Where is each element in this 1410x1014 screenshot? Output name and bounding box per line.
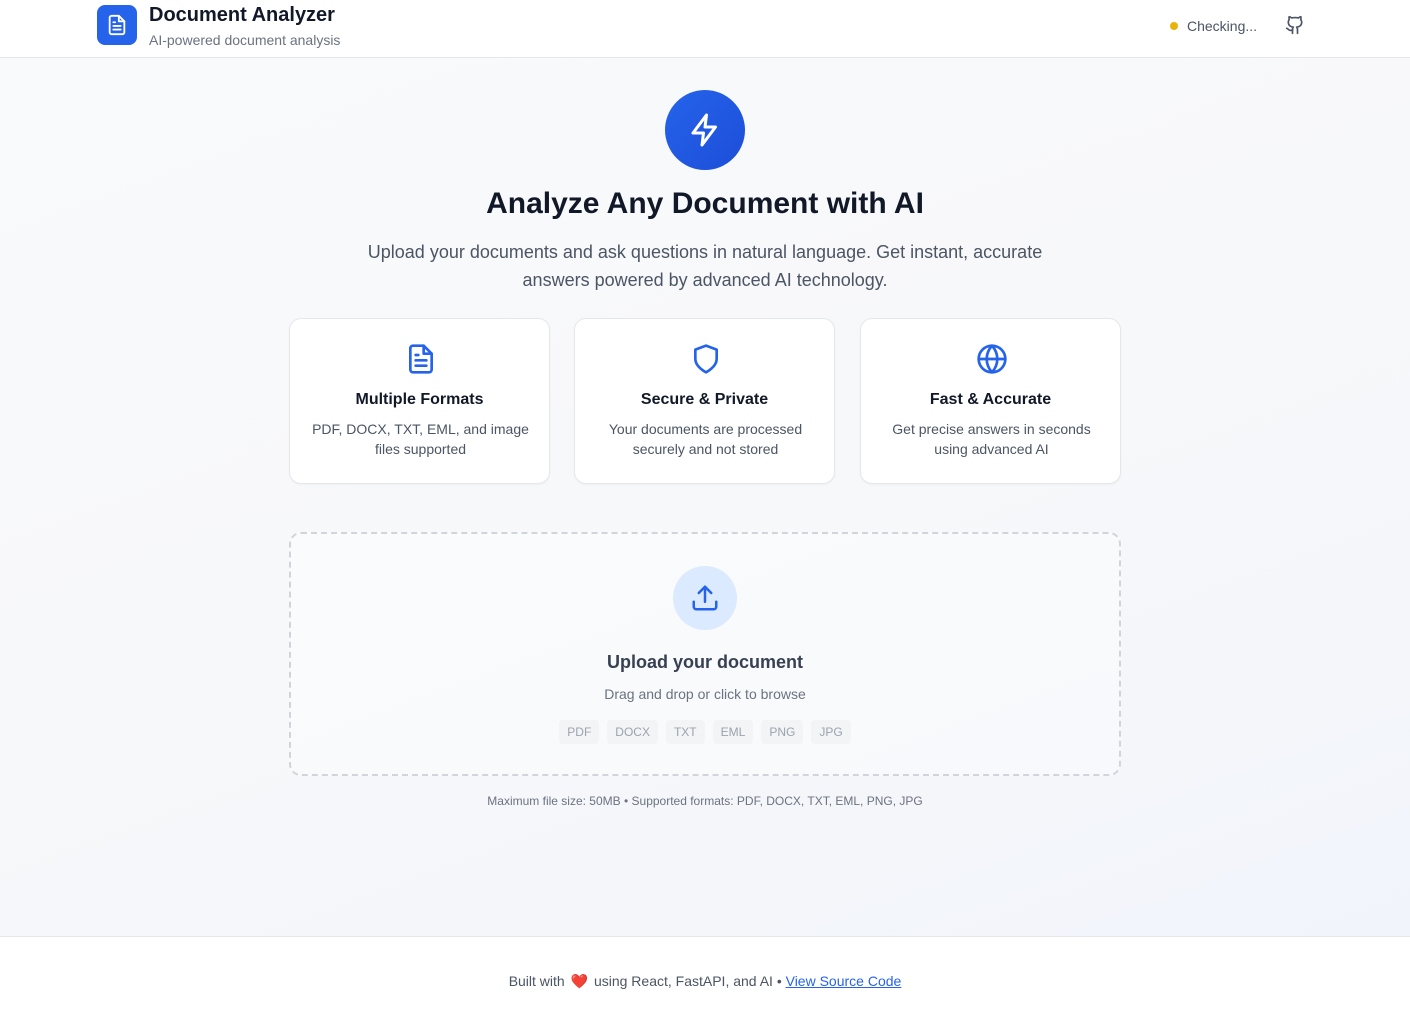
feature-title: Secure & Private — [640, 391, 769, 408]
format-badge: PNG — [761, 720, 804, 744]
upload-icon — [673, 566, 737, 630]
footer-prefix: Built with — [508, 973, 565, 989]
feature-description: Your documents are processed securely an… — [608, 421, 803, 457]
upload-title: Upload your document — [606, 652, 803, 672]
app-header: Document Analyzer AI-powered document an… — [0, 0, 1410, 58]
feature-title: Fast & Accurate — [929, 391, 1052, 408]
document-icon — [409, 344, 433, 374]
format-badge: EML — [712, 720, 754, 744]
feature-description: PDF, DOCX, TXT, EML, and image files sup… — [312, 421, 529, 457]
hero-title: Analyze Any Document with AI — [486, 187, 924, 220]
format-badges: PDF DOCX TXT EML PNG JPG — [291, 720, 1119, 744]
format-badge: TXT — [665, 720, 705, 744]
feature-card-security: Secure & Private Your documents are proc… — [574, 318, 835, 484]
status-dot-icon — [1170, 22, 1178, 30]
app-subtitle: AI-powered document analysis — [149, 32, 341, 48]
format-badge: PDF — [559, 720, 600, 744]
format-badge: JPG — [811, 720, 851, 744]
shield-icon — [694, 344, 718, 374]
heart-icon: ❤️ — [570, 973, 589, 989]
footer-text: Built with ❤️ using React, FastAPI, and … — [0, 971, 1410, 991]
status-text: Checking... — [1187, 18, 1258, 34]
feature-card-formats: Multiple Formats PDF, DOCX, TXT, EML, an… — [289, 318, 550, 484]
app-title: Document Analyzer — [149, 4, 335, 26]
hero-description: Upload your documents and ask questions … — [367, 242, 1043, 290]
feature-card-speed: Fast & Accurate Get precise answers in s… — [860, 318, 1121, 484]
github-icon — [1285, 15, 1303, 35]
app-footer: Built with ❤️ using React, FastAPI, and … — [0, 936, 1410, 1014]
feature-description: Get precise answers in seconds using adv… — [892, 421, 1091, 457]
document-icon — [97, 5, 137, 45]
upload-hint: Drag and drop or click to browse — [604, 686, 806, 702]
format-badge: DOCX — [607, 720, 658, 744]
lightning-icon — [665, 90, 745, 170]
footer-suffix: using React, FastAPI, and AI • — [593, 973, 782, 989]
upload-dropzone[interactable]: Upload your document Drag and drop or cl… — [289, 532, 1121, 776]
connection-status: Checking... — [1170, 16, 1257, 36]
globe-icon — [977, 344, 1007, 374]
upload-limits: Maximum file size: 50MB • Supported form… — [487, 794, 923, 808]
github-link-button[interactable] — [1283, 13, 1307, 37]
feature-title: Multiple Formats — [355, 391, 484, 408]
view-source-link[interactable]: View Source Code — [786, 973, 902, 989]
